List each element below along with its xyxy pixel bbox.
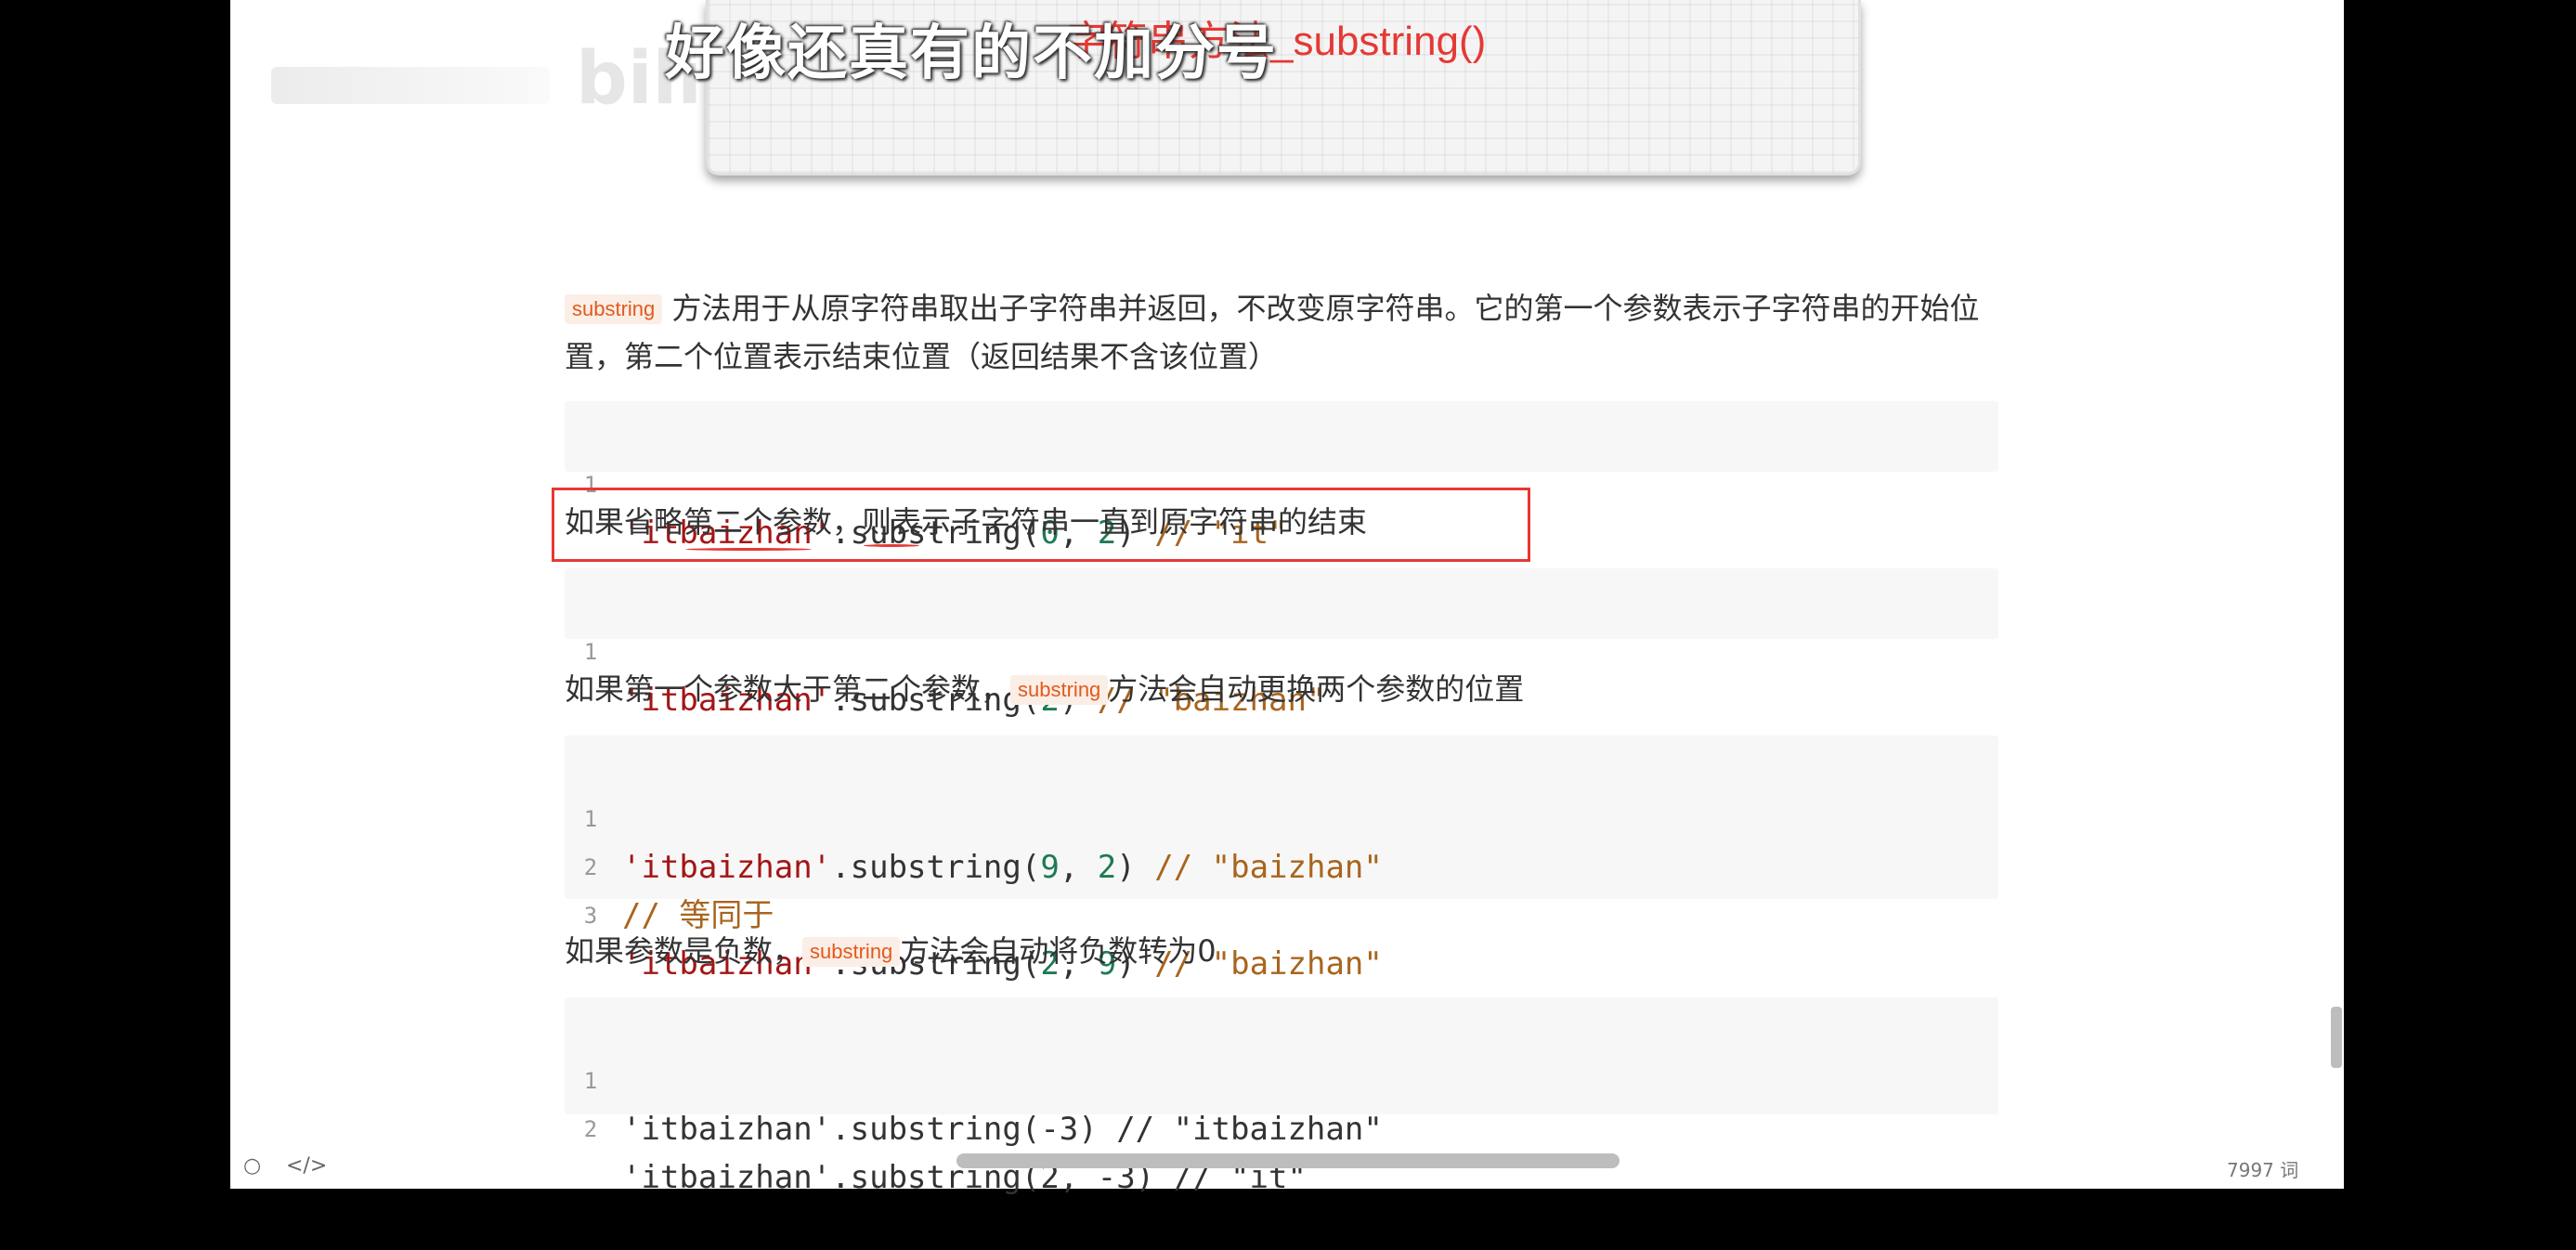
red-underline-mark [864,544,919,547]
inline-code-substring: substring [1010,675,1109,705]
watermark-bar [271,67,550,104]
code-line: 3 'itbaizhan'.substring(2, 9) // "baizha… [565,843,1998,983]
code-line: 1 'itbaizhan'.substring(9, 2) // "baizha… [565,747,1998,886]
intro-text: 方法用于从原字符串取出子字符串并返回，不改变原字符串。它的第一个参数表示子字符串… [565,291,1980,374]
swap-params-paragraph: 如果第一个参数大于第二个参数， substring 方法会自动更换两个参数的位置 [565,671,1525,707]
word-count: 7997 词 [2227,1159,2299,1181]
code-line: 1 'itbaizhan'.substring(0, 2) // "it" [565,412,1998,552]
negative-params-paragraph: 如果参数是负数， substring 方法会自动将负数转为0 [565,933,1216,969]
code-line: 1 'itbaizhan'.substring(-3) // "itbaizha… [565,1009,1998,1148]
code-block-1[interactable]: 1 'itbaizhan'.substring(0, 2) // "it" [565,401,1998,552]
circle-icon[interactable]: ○ [243,1154,261,1178]
inline-code-substring: substring [565,294,663,324]
code-block-4[interactable]: 1 'itbaizhan'.substring(-3) // "itbaizha… [565,997,1998,1196]
vertical-scrollbar[interactable] [2331,1007,2342,1068]
inline-code-substring: substring [802,937,901,967]
source-code-icon[interactable]: </> [286,1154,327,1178]
code-line: 2 'itbaizhan'.substring(2, -3) // "it" [565,1057,1998,1196]
code-block-3[interactable]: 1 'itbaizhan'.substring(9, 2) // "baizha… [565,736,1998,983]
red-annotation-box [552,488,1530,562]
horizontal-scrollbar[interactable] [956,1153,1620,1168]
code-block-2[interactable]: 1 'itbaizhan'.substring(2) // "baizhan" [565,568,1998,719]
intro-paragraph: substring 方法用于从原字符串取出子字符串并返回，不改变原字符串。它的第… [565,284,1995,381]
red-underline-mark [685,548,812,551]
line-number: 2 [583,1116,598,1142]
code-line: 2 // 等同于 [565,795,1998,934]
code-line: 1 'itbaizhan'.substring(2) // "baizhan" [565,579,1998,719]
video-subtitle: 好像还真有的不加分号 [665,20,1278,88]
